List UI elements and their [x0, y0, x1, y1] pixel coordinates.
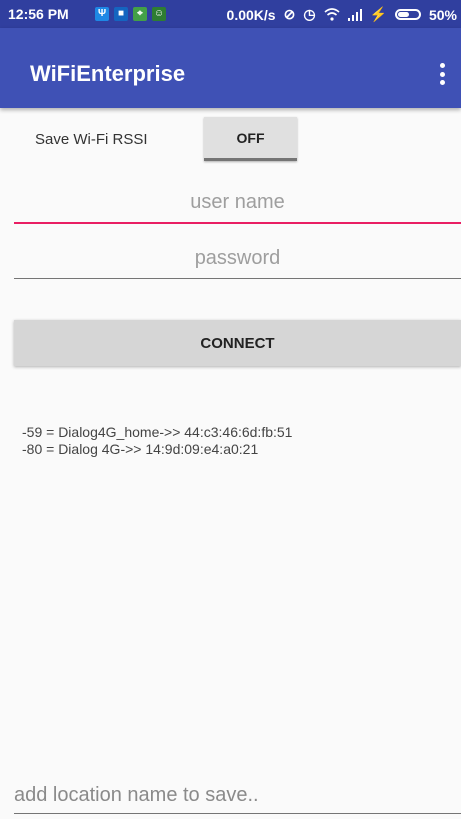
signal-icon	[347, 8, 362, 21]
connect-button[interactable]: CONNECT	[14, 320, 461, 366]
android-icon: ☺	[152, 7, 166, 21]
alarm-icon: ◷	[303, 6, 316, 22]
status-right: 0.00K/s ⊘ ◷ ⚡ 50%	[227, 6, 457, 23]
usb-icon: Ψ	[95, 7, 109, 21]
rssi-results-list: -59 = Dialog4G_home->> 44:c3:46:6d:fb:51…	[22, 424, 292, 458]
maps-icon: ⌖	[133, 7, 147, 21]
wifi-icon	[324, 8, 340, 21]
location-name-input[interactable]	[14, 777, 461, 814]
notification-icons: Ψ ■ ⌖ ☺	[95, 7, 166, 21]
overflow-menu-icon[interactable]	[437, 63, 447, 85]
network-speed: 0.00K/s	[226, 6, 276, 23]
rssi-result-item: -59 = Dialog4G_home->> 44:c3:46:6d:fb:51	[22, 424, 293, 440]
status-bar: 12:56 PM Ψ ■ ⌖ ☺ 0.00K/s ⊘ ◷ ⚡ 50%	[0, 0, 461, 28]
password-input[interactable]	[14, 238, 461, 279]
status-time: 12:56 PM	[8, 6, 69, 22]
nfc-icon: ⊘	[283, 6, 296, 22]
username-input[interactable]	[14, 182, 461, 224]
app-notification-icon: ■	[114, 7, 128, 21]
rssi-result-item: -80 = Dialog 4G->> 14:9d:09:e4:a0:21	[22, 441, 259, 457]
app-title: WiFiEnterprise	[30, 61, 186, 86]
save-rssi-toggle[interactable]: OFF	[204, 117, 297, 161]
app-bar: WiFiEnterprise	[0, 28, 461, 108]
charging-icon: ⚡	[369, 6, 387, 22]
battery-icon	[394, 9, 421, 20]
save-rssi-label: Save Wi-Fi RSSI	[35, 131, 148, 148]
battery-percent: 50%	[428, 6, 457, 23]
